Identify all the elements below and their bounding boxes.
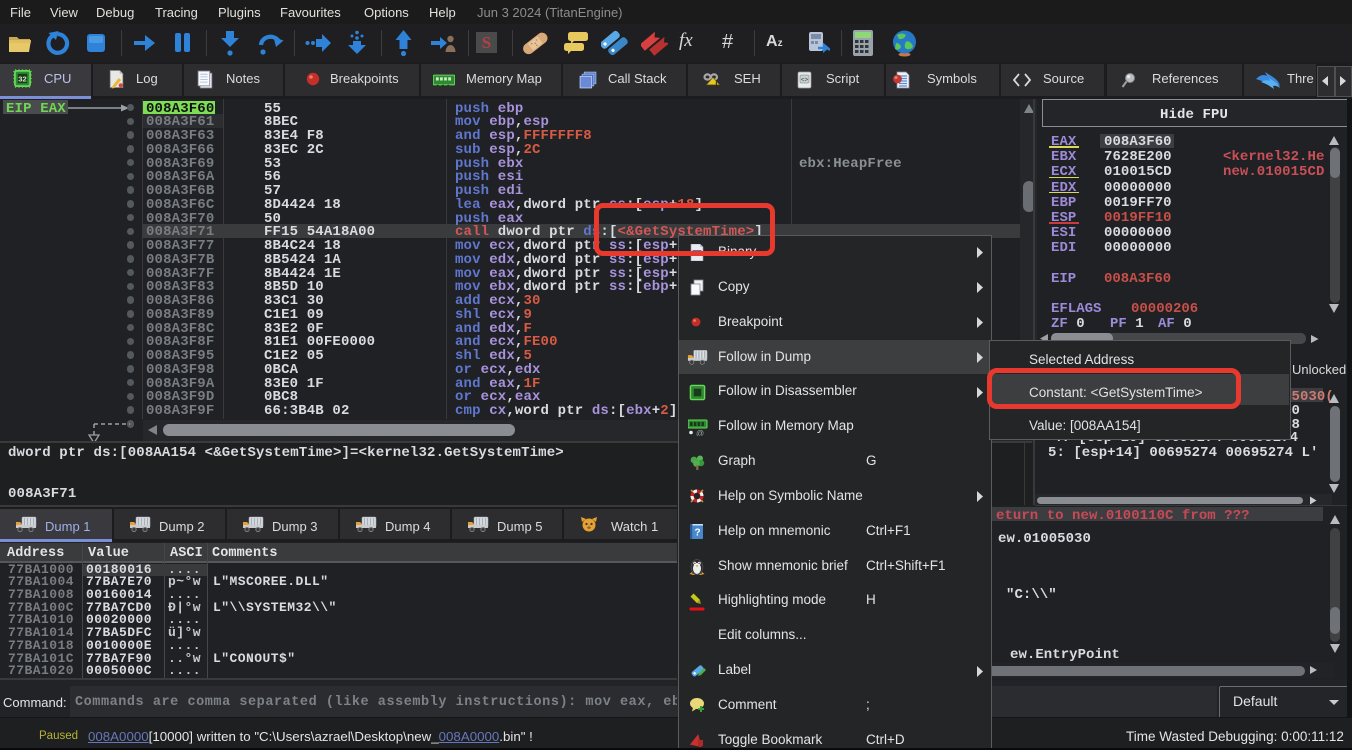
svg-text:S: S [482,33,491,52]
svg-text:@: @ [696,429,704,436]
svg-text:?: ? [694,528,700,539]
svg-text:<>: <> [801,77,809,84]
svg-text:32: 32 [18,74,26,83]
svg-text:!: ! [715,80,718,89]
